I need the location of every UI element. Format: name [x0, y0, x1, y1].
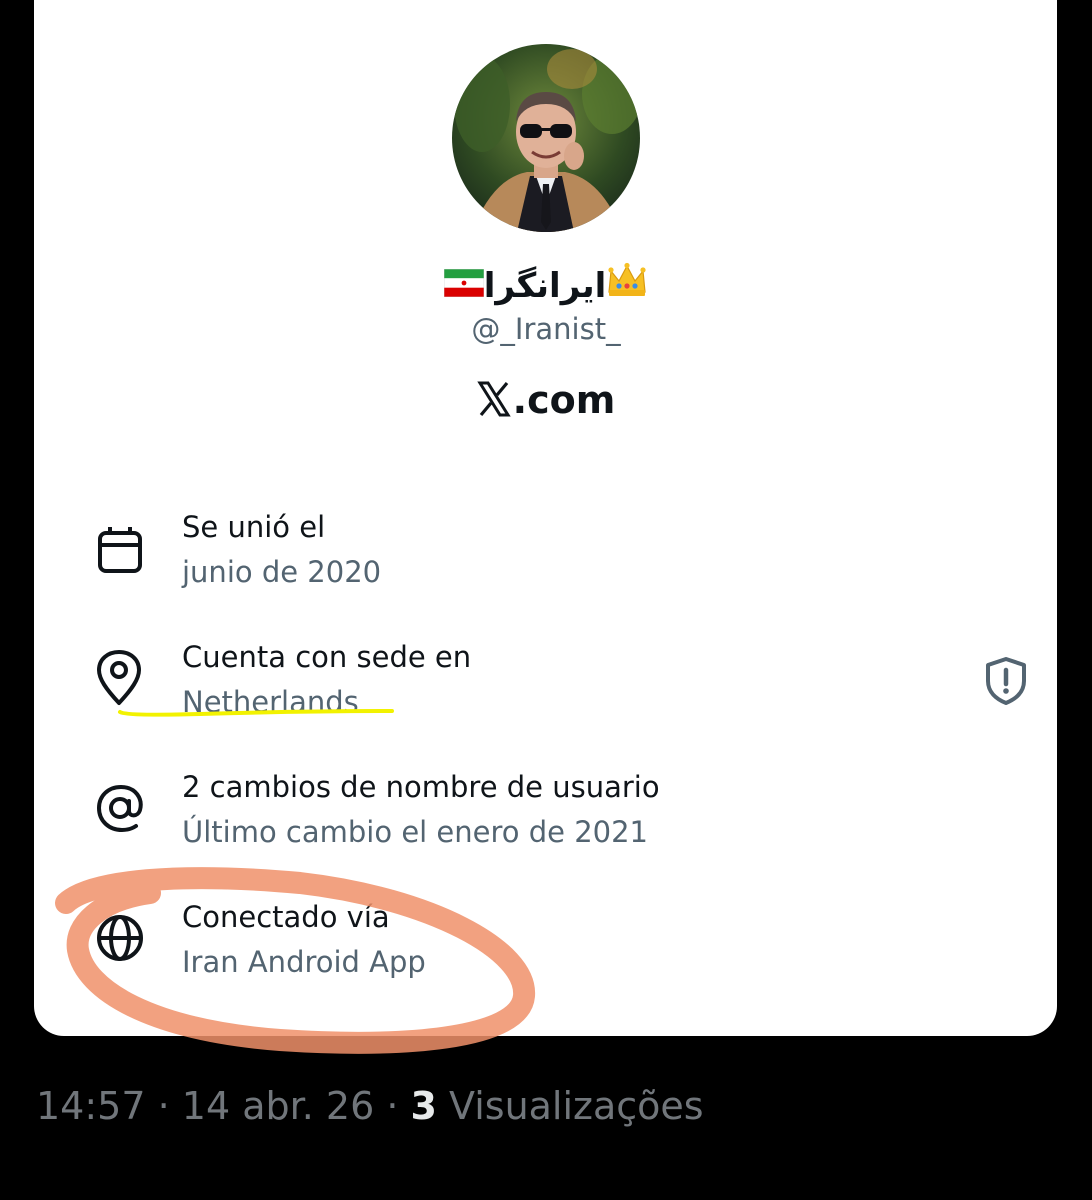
- shield-alert-icon[interactable]: [980, 655, 1032, 707]
- views-count[interactable]: 3: [411, 1084, 437, 1128]
- iran-flag-icon: [443, 264, 485, 308]
- username-handle[interactable]: @_Iranist_: [0, 310, 1092, 348]
- display-name: ایرانگرا: [0, 262, 1092, 309]
- calendar-icon: [92, 523, 150, 581]
- info-row-subtitle: Último cambio el enero de 2021: [182, 815, 649, 849]
- screen: ایرانگرا @_Iranist_ .com Se unió el juni…: [0, 0, 1092, 1200]
- info-row-title: Conectado vía: [182, 900, 390, 934]
- x-logo-icon: [476, 380, 511, 428]
- separator: ·: [374, 1084, 411, 1128]
- at-sign-icon: [92, 779, 150, 837]
- crown-icon: [606, 262, 648, 309]
- post-meta: 14:57 · 14 abr. 26 · 3 Visualizações: [36, 1080, 704, 1132]
- location-pin-icon: [92, 649, 150, 707]
- info-row-subtitle: Netherlands: [182, 685, 359, 719]
- info-row-subtitle: Iran Android App: [182, 945, 426, 979]
- platform-link[interactable]: .com: [0, 376, 1092, 428]
- globe-icon: [92, 909, 150, 967]
- info-row-title: Se unió el: [182, 510, 326, 544]
- post-date[interactable]: 14 abr. 26: [182, 1084, 375, 1128]
- info-row-title: 2 cambios de nombre de usuario: [182, 770, 660, 804]
- views-label: Visualizações: [436, 1084, 704, 1128]
- separator: ·: [145, 1084, 182, 1128]
- info-row-title: Cuenta con sede en: [182, 640, 472, 674]
- profile-avatar[interactable]: [452, 44, 640, 232]
- display-name-text: ایرانگرا: [483, 265, 607, 306]
- info-row-subtitle: junio de 2020: [182, 555, 382, 589]
- platform-link-text: .com: [512, 378, 616, 422]
- post-time[interactable]: 14:57: [36, 1084, 146, 1128]
